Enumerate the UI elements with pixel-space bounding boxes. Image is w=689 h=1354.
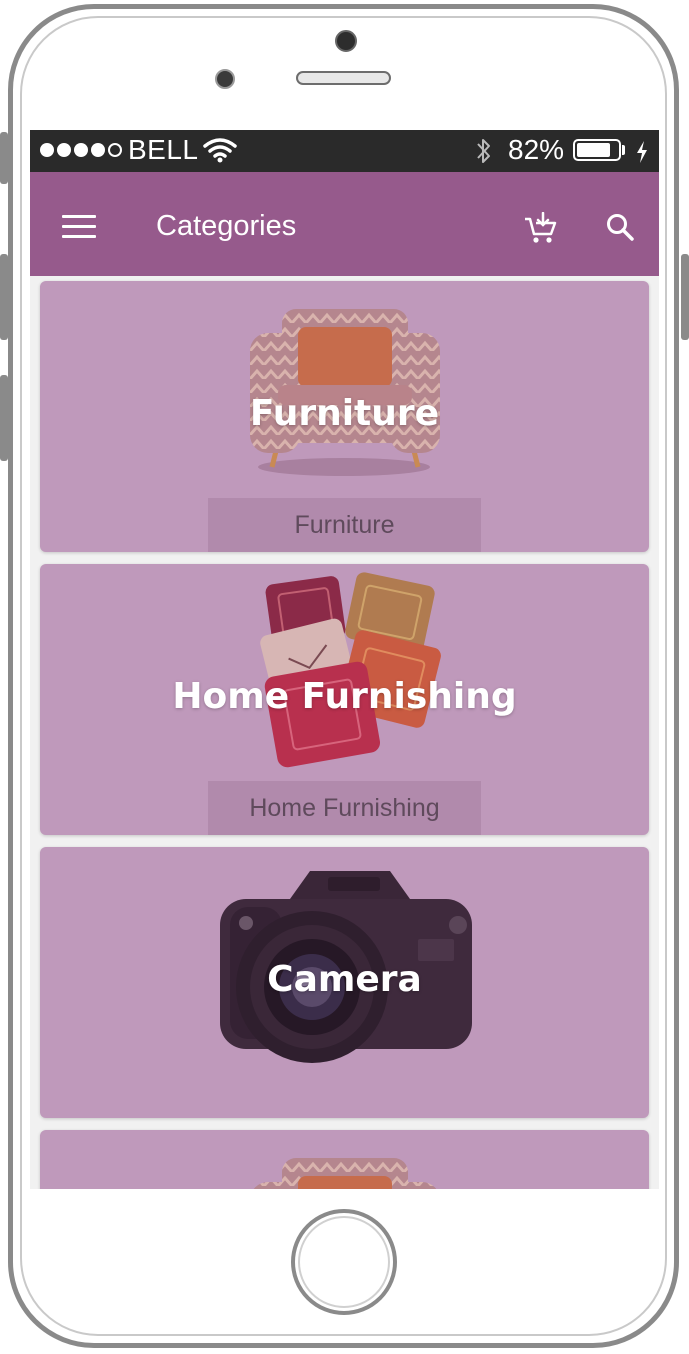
- add-to-cart-icon[interactable]: [523, 211, 559, 248]
- earpiece-speaker: [296, 71, 391, 85]
- carrier-name: BELL: [128, 134, 199, 165]
- category-card-camera[interactable]: Camera: [40, 847, 649, 1118]
- signal-strength-indicator: [40, 143, 122, 157]
- category-card-partial[interactable]: [40, 1130, 649, 1189]
- category-card-home-furnishing[interactable]: Home Furnishing Home Furnishing: [40, 564, 649, 835]
- armchair-image: [253, 1158, 437, 1189]
- signal-dot: [108, 143, 122, 157]
- signal-dot: [74, 143, 88, 157]
- search-icon[interactable]: [605, 212, 635, 246]
- proximity-sensor: [215, 69, 235, 89]
- volume-up-button: [0, 254, 8, 340]
- status-bar: BELL 82%: [30, 130, 659, 172]
- wifi-icon: [203, 137, 237, 170]
- home-button[interactable]: [291, 1209, 397, 1315]
- battery-percentage: 82%: [508, 134, 565, 165]
- power-button: [681, 254, 689, 340]
- category-caption: Home Furnishing: [208, 781, 481, 835]
- app-bar: Categories: [30, 172, 659, 276]
- category-title: Furniture: [249, 393, 440, 434]
- battery-icon: [573, 139, 621, 161]
- battery-tip: [622, 145, 625, 155]
- charging-bolt-icon: [635, 139, 649, 171]
- volume-down-button: [0, 375, 8, 461]
- signal-dot: [57, 143, 71, 157]
- signal-dot: [91, 143, 105, 157]
- page-title: Categories: [156, 210, 297, 242]
- hamburger-menu-icon[interactable]: [62, 215, 96, 239]
- screen: BELL 82% Categories Furniture Furniture …: [30, 130, 659, 1189]
- mute-switch: [0, 132, 8, 184]
- battery-level: [577, 143, 610, 157]
- category-card-furniture[interactable]: Furniture Furniture: [40, 281, 649, 552]
- category-title: Camera: [267, 959, 422, 1000]
- bluetooth-icon: [474, 136, 494, 173]
- category-caption: Furniture: [208, 498, 481, 552]
- front-camera: [335, 30, 357, 52]
- signal-dot: [40, 143, 54, 157]
- category-title: Home Furnishing: [172, 676, 517, 717]
- home-button-ring: [298, 1216, 390, 1308]
